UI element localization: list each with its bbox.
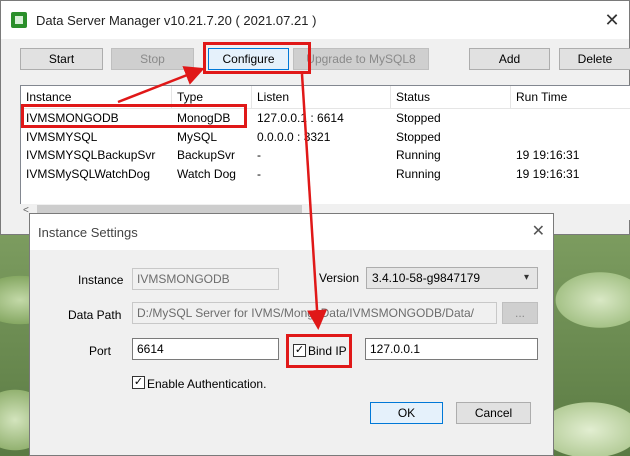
cell-run-time	[511, 109, 516, 127]
instance-label: Instance	[78, 273, 124, 287]
cell-listen: -	[257, 166, 261, 181]
cell-listen: 0.0.0.0 : 3321	[257, 129, 331, 144]
cell-status: Stopped	[396, 111, 441, 125]
cell-status: Stopped	[396, 129, 441, 144]
table-row[interactable]: IVMSMYSQL MySQL 0.0.0.0 : 3321 Stopped	[21, 128, 630, 147]
close-icon[interactable]: ✕	[532, 221, 545, 241]
data-path-field: D:/MySQL Server for IVMS/MongoData/IVMSM…	[132, 302, 497, 324]
cancel-button[interactable]: Cancel	[456, 402, 531, 424]
close-icon[interactable]: ✕	[601, 9, 623, 31]
version-value: 3.4.10-58-g9847179	[372, 271, 481, 285]
table-row[interactable]: IVMSMySQLWatchDog Watch Dog - Running 19…	[21, 165, 630, 184]
cell-instance: IVMSMySQLWatchDog	[26, 166, 151, 181]
version-select[interactable]: 3.4.10-58-g9847179 ▾	[366, 267, 538, 289]
cell-listen: 127.0.0.1 : 6614	[257, 111, 344, 125]
instance-field: IVMSMONGODB	[132, 268, 279, 290]
start-button[interactable]: Start	[20, 48, 103, 70]
bind-ip-input[interactable]: 127.0.0.1	[365, 338, 538, 360]
highlight-configure	[203, 42, 311, 74]
highlight-mongodb-row	[21, 104, 247, 128]
table-row[interactable]: IVMSMYSQLBackupSvr BackupSvr - Running 1…	[21, 146, 630, 165]
upgrade-mysql8-button[interactable]: Upgrade to MySQL8	[293, 48, 429, 70]
cell-listen: -	[257, 148, 261, 162]
stop-button[interactable]: Stop	[111, 48, 194, 70]
window-title: Data Server Manager v10.21.7.20 ( 2021.0…	[36, 13, 317, 28]
cell-status: Running	[396, 148, 441, 162]
cell-type: BackupSvr	[177, 148, 236, 162]
port-label: Port	[89, 344, 112, 358]
enable-authentication-label[interactable]: Enable Authentication.	[147, 377, 266, 391]
port-input[interactable]: 6614	[132, 338, 279, 360]
title-bar: Data Server Manager v10.21.7.20 ( 2021.0…	[1, 1, 629, 39]
cell-run-time	[511, 128, 516, 146]
cell-type: MySQL	[177, 129, 218, 144]
data-path-label: Data Path	[68, 308, 122, 322]
chevron-down-icon: ▾	[523, 272, 529, 283]
ok-button[interactable]: OK	[370, 402, 443, 424]
cell-instance: IVMSMYSQLBackupSvr	[26, 148, 156, 162]
delete-button[interactable]: Delete	[559, 48, 630, 70]
version-label: Version	[319, 271, 360, 285]
add-button[interactable]: Add	[469, 48, 550, 70]
browse-button[interactable]: ...	[502, 302, 538, 324]
cell-type: Watch Dog	[177, 166, 236, 181]
scroll-left-icon[interactable]: <	[23, 205, 29, 216]
cell-instance: IVMSMYSQL	[26, 129, 98, 144]
cell-status: Running	[396, 166, 441, 181]
column-header-run-time[interactable]: Run Time	[511, 86, 630, 108]
column-header-listen[interactable]: Listen	[252, 86, 391, 108]
column-header-status[interactable]: Status	[391, 86, 511, 108]
highlight-bind-ip	[286, 334, 352, 368]
cell-run-time: 19 19:16:31	[516, 148, 580, 162]
dialog-title: Instance Settings	[38, 225, 138, 240]
enable-authentication-checkbox[interactable]: ✓	[132, 376, 145, 389]
cell-run-time: 19 19:16:31	[516, 166, 580, 181]
app-icon	[11, 12, 27, 28]
dialog-title-bar: Instance Settings ✕	[30, 214, 553, 250]
